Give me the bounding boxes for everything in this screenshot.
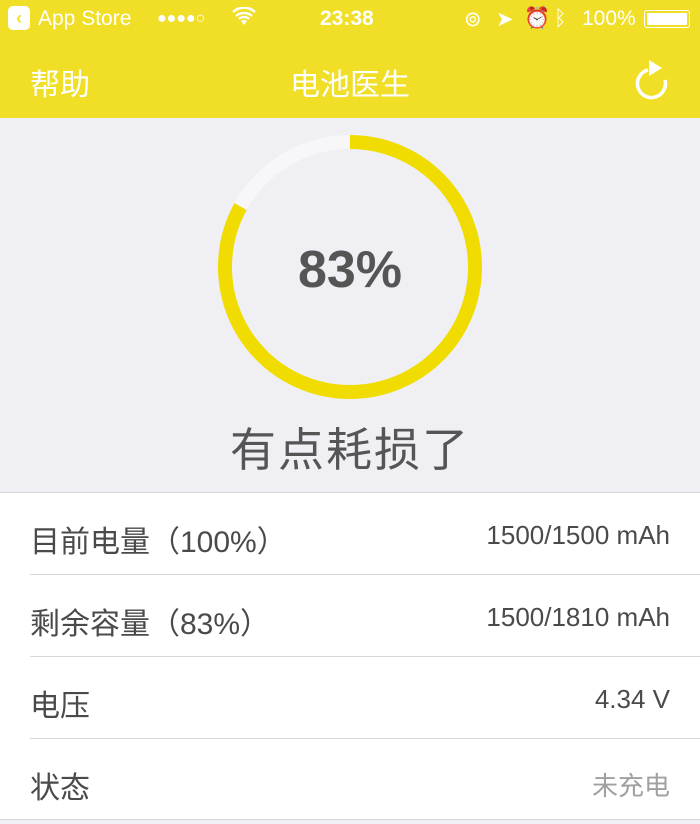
back-chevron-icon[interactable]: ‹ — [8, 6, 30, 30]
alarm-icon: ⏰ — [524, 7, 551, 30]
battery-info-list: 目前电量（100%） 1500/1500 mAh 剩余容量（83%） 1500/18… — [0, 492, 700, 820]
battery-health-gauge: 83% 有点耗损了 — [0, 118, 700, 492]
row-remaining-capacity: 剩余容量（83%） 1500/1810 mAh — [30, 575, 700, 657]
refresh-icon[interactable] — [632, 56, 672, 100]
wifi-icon — [232, 6, 256, 33]
row-label: 电压 — [30, 690, 90, 723]
row-label: 目前电量（100%） — [30, 526, 287, 559]
nav-bar: 帮助 电池医生 — [0, 38, 700, 118]
row-value: 1500/1500 mAh — [486, 520, 670, 550]
page-title: 电池医生 — [290, 69, 410, 102]
location-icon: ➤ — [496, 8, 514, 31]
row-value: 4.34 V — [594, 684, 670, 714]
row-current-charge: 目前电量（100%） 1500/1500 mAh — [30, 493, 700, 575]
clock: 23:38 — [320, 7, 374, 30]
status-bar: ‹ App Store ●●●●○ 23:38 ⊚ ➤ ⏰ ᛒ 100% — [0, 0, 700, 38]
rotation-lock-icon: ⊚ — [464, 8, 482, 31]
battery-icon — [644, 10, 690, 28]
health-percent: 83% — [297, 241, 403, 299]
row-status: 状态 未充电 — [30, 739, 700, 821]
row-label: 状态 — [30, 772, 90, 805]
battery-percent: 100% — [582, 7, 636, 30]
row-voltage: 电压 4.34 V — [30, 657, 700, 739]
row-value: 未充电 — [591, 771, 670, 801]
health-verdict: 有点耗损了 — [230, 424, 470, 476]
row-label: 剩余容量（83%） — [30, 608, 271, 641]
back-app-label[interactable]: App Store — [38, 7, 131, 31]
row-value: 1500/1810 mAh — [486, 602, 670, 632]
signal-icon: ●●●●○ — [157, 10, 206, 27]
bluetooth-icon: ᛒ — [554, 7, 567, 30]
